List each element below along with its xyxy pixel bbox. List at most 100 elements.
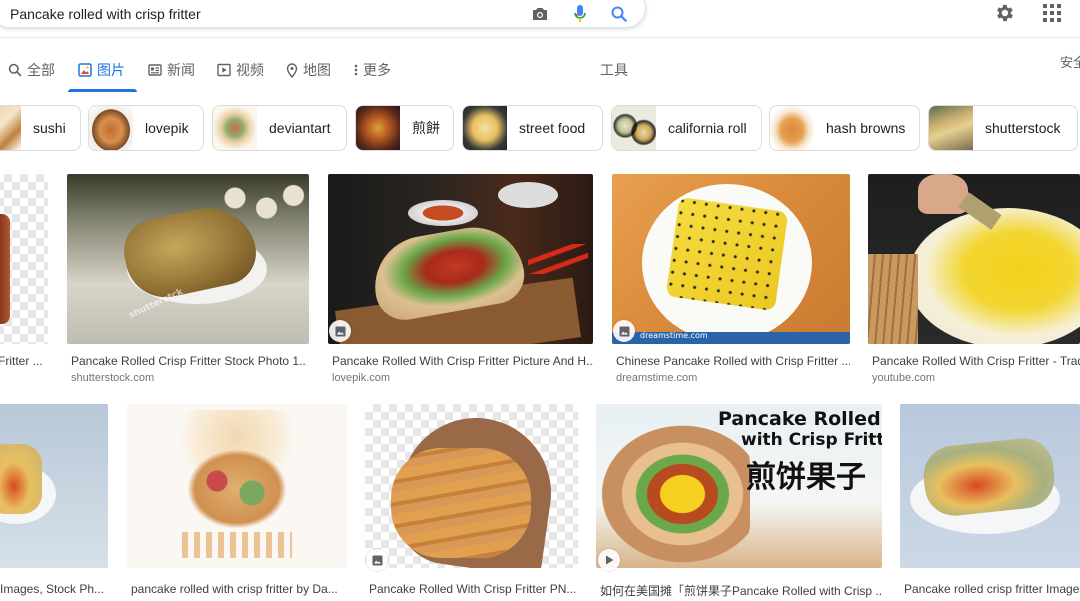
chip-label: shutterstock	[985, 120, 1061, 136]
chip-thumbnail	[356, 106, 400, 150]
pancake-roll-shape	[0, 444, 42, 514]
result-title[interactable]: 如何在美国摊「煎饼果子Pancake Rolled with Crisp ...	[600, 582, 882, 599]
image-result[interactable]: shutterstck Pancake Rolled Crisp Fritter…	[67, 174, 311, 389]
pancake-square-shape	[665, 196, 789, 312]
news-icon	[148, 64, 162, 76]
chip-label: california roll	[668, 120, 747, 136]
image-result[interactable]: Pancake Rolled With Crisp Fritter - Trad…	[868, 174, 1080, 389]
stacked-pancakes-shape	[868, 254, 918, 344]
tab-videos[interactable]: 视频	[217, 59, 264, 81]
tab-label: 地图	[303, 62, 331, 78]
image-result[interactable]: Fritter ...	[0, 174, 56, 389]
image-result[interactable]: pancake rolled with crisp fritter by Da.…	[127, 404, 349, 601]
image-thumbnail[interactable]	[868, 174, 1080, 344]
pancake-roll-shape	[600, 424, 750, 564]
chip-thumbnail	[612, 106, 656, 150]
image-caption-line2: with Crisp Fritter	[741, 430, 882, 450]
watermark: dreamstime.com	[640, 331, 708, 340]
image-thumbnail[interactable]: dreamstime.com	[612, 174, 850, 344]
tab-label: 更多	[363, 62, 391, 78]
result-title[interactable]: Pancake rolled crisp fritter Images	[904, 582, 1080, 596]
chip-thumbnail	[929, 106, 973, 150]
tab-maps[interactable]: 地图	[286, 59, 331, 81]
map-pin-icon	[286, 62, 298, 78]
image-result[interactable]: Images, Stock Ph...	[0, 404, 108, 601]
chip-label: deviantart	[269, 120, 331, 136]
chip-deviantart[interactable]: deviantart	[212, 105, 347, 151]
result-source[interactable]: youtube.com	[872, 372, 935, 384]
result-title[interactable]: Pancake Rolled With Crisp Fritter Pictur…	[332, 354, 594, 368]
top-bar: Pancake rolled with crisp fritter	[0, 0, 1080, 38]
salt-bowl-shape	[498, 182, 558, 208]
camera-icon[interactable]	[530, 4, 550, 24]
chip-sushi[interactable]: sushi	[0, 105, 81, 151]
result-title[interactable]: Pancake Rolled Crisp Fritter Stock Photo…	[71, 354, 307, 368]
image-icon	[78, 63, 92, 77]
image-thumbnail[interactable]: Pancake Rolled with Crisp Fritter 煎饼果子	[596, 404, 882, 568]
more-icon	[354, 64, 358, 76]
chip-label: 煎餅	[412, 120, 440, 136]
result-title[interactable]: pancake rolled with crisp fritter by Da.…	[131, 582, 349, 596]
result-title[interactable]: Chinese Pancake Rolled with Crisp Fritte…	[616, 354, 850, 368]
result-title[interactable]: Pancake Rolled With Crisp Fritter - Trad…	[872, 354, 1080, 368]
chip-shutterstock[interactable]: shutterstock	[928, 105, 1078, 151]
result-title[interactable]: Fritter ...	[0, 354, 54, 368]
image-result[interactable]: Pancake Rolled with Crisp Fritter 煎饼果子 如…	[596, 404, 884, 601]
chip-lovepik[interactable]: lovepik	[88, 105, 204, 151]
safe-search-link[interactable]: 安全	[1060, 52, 1080, 71]
image-result[interactable]: Pancake Rolled With Crisp Fritter PN...	[365, 404, 579, 601]
result-source[interactable]: shutterstock.com	[71, 372, 154, 384]
image-caption-line1: Pancake Rolled	[718, 408, 881, 430]
pancake-roll-shape	[0, 214, 10, 324]
chili-peppers-shape	[528, 244, 588, 274]
image-thumbnail[interactable]	[0, 404, 108, 568]
chip-thumbnail	[0, 106, 21, 150]
result-source[interactable]: dreamstime.com	[616, 372, 697, 384]
tab-label: 视频	[236, 62, 264, 78]
chip-hash-browns[interactable]: hash browns	[769, 105, 920, 151]
image-type-badge	[329, 320, 351, 342]
chip-thumbnail	[213, 106, 257, 150]
chip-thumbnail	[463, 106, 507, 150]
search-box[interactable]: Pancake rolled with crisp fritter	[0, 0, 646, 28]
settings-gear-icon[interactable]	[993, 2, 1015, 24]
result-title[interactable]: Images, Stock Ph...	[0, 582, 108, 596]
tab-all[interactable]: 全部	[8, 59, 55, 81]
tab-label: 全部	[27, 62, 55, 78]
tab-more[interactable]: 更多	[354, 59, 391, 81]
video-icon	[217, 63, 231, 77]
result-source[interactable]: lovepik.com	[332, 372, 390, 384]
image-thumbnail[interactable]	[0, 174, 48, 344]
image-thumbnail[interactable]	[365, 404, 578, 568]
tools-button[interactable]: 工具	[600, 60, 628, 80]
image-result[interactable]: Pancake rolled crisp fritter Images	[900, 404, 1080, 601]
image-result[interactable]: dreamstime.com Chinese Pancake Rolled wi…	[612, 174, 852, 389]
image-thumbnail[interactable]	[328, 174, 593, 344]
active-tab-indicator	[68, 89, 137, 92]
sauce-bowl-shape	[408, 200, 478, 226]
image-thumbnail[interactable]	[900, 404, 1080, 568]
apps-grid-icon[interactable]	[1043, 4, 1061, 22]
microphone-icon[interactable]	[570, 4, 590, 24]
image-caption-chinese: 煎饼果子	[746, 460, 866, 495]
search-icon[interactable]	[609, 4, 629, 24]
image-thumbnail[interactable]: shutterstck	[67, 174, 309, 344]
image-type-badge	[613, 320, 635, 342]
chip-california-roll[interactable]: california roll	[611, 105, 762, 151]
chip-street-food[interactable]: street food	[462, 105, 603, 151]
image-result[interactable]: Pancake Rolled With Crisp Fritter Pictur…	[328, 174, 594, 389]
search-row: Pancake rolled with crisp fritter	[1, 1, 627, 27]
chip-jianbing[interactable]: 煎餅	[355, 105, 454, 151]
image-type-badge	[366, 549, 388, 571]
chip-label: hash browns	[826, 120, 906, 136]
tab-images[interactable]: 图片	[78, 59, 125, 81]
tab-news[interactable]: 新闻	[148, 59, 195, 81]
search-input[interactable]: Pancake rolled with crisp fritter	[10, 6, 201, 22]
pancake-roll-shape	[391, 448, 531, 558]
chip-thumbnail	[89, 106, 133, 150]
result-title[interactable]: Pancake Rolled With Crisp Fritter PN...	[369, 582, 579, 596]
chip-label: sushi	[33, 120, 66, 136]
image-thumbnail[interactable]	[127, 404, 347, 568]
chip-thumbnail	[770, 106, 814, 150]
calligraphy-shape	[182, 532, 292, 558]
